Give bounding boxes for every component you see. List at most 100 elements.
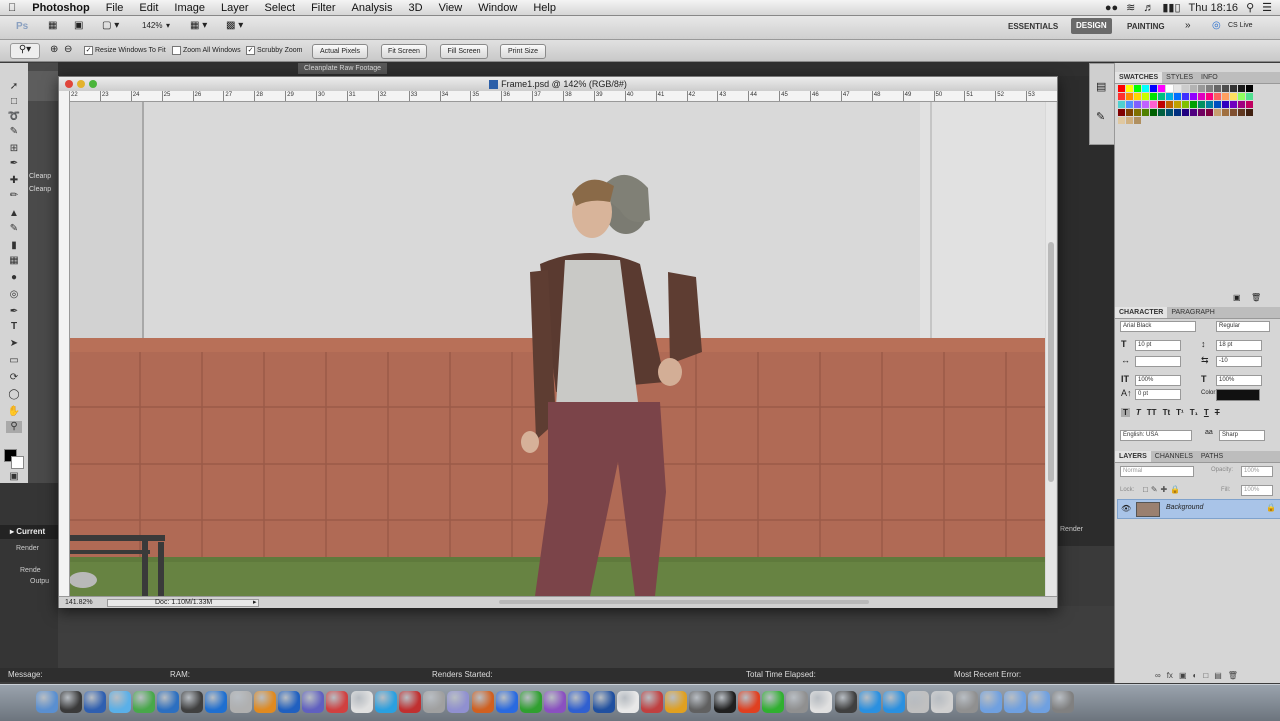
new-group-icon[interactable]: □ bbox=[1203, 671, 1208, 680]
resize-windows-checkbox[interactable]: ✓ Resize Windows To Fit bbox=[84, 46, 166, 55]
swatch[interactable] bbox=[1166, 109, 1173, 116]
swatch[interactable] bbox=[1206, 109, 1213, 116]
swatch[interactable] bbox=[1126, 101, 1133, 108]
dock-app-icon[interactable] bbox=[374, 691, 397, 713]
dock-app-icon[interactable] bbox=[326, 691, 349, 713]
layer-name[interactable]: Background bbox=[1166, 504, 1203, 511]
swatch[interactable] bbox=[1214, 85, 1221, 92]
dock-app-icon[interactable] bbox=[689, 691, 712, 713]
swatch[interactable] bbox=[1206, 85, 1213, 92]
swatch[interactable] bbox=[1230, 93, 1237, 100]
swatch[interactable] bbox=[1158, 101, 1165, 108]
dock-app-icon[interactable] bbox=[350, 691, 373, 713]
swatch[interactable] bbox=[1158, 93, 1165, 100]
ae-item-2[interactable]: Cleanp bbox=[29, 186, 51, 193]
marquee-tool-icon[interactable]: □ bbox=[6, 96, 22, 108]
zoom-tool-icon[interactable]: ⚲ bbox=[6, 421, 22, 433]
status-icon[interactable]: ●● bbox=[1105, 2, 1118, 14]
swatch[interactable] bbox=[1238, 109, 1245, 116]
dock-app-icon[interactable] bbox=[229, 691, 252, 713]
zoom-tool-preset-icon[interactable]: ⚲▾ bbox=[10, 43, 40, 59]
swatch[interactable] bbox=[1190, 85, 1197, 92]
swatch[interactable] bbox=[1222, 101, 1229, 108]
crop-tool-icon[interactable]: ⊞ bbox=[6, 143, 22, 155]
swatch[interactable] bbox=[1126, 109, 1133, 116]
blur-icon[interactable]: ● bbox=[6, 272, 22, 284]
list-icon[interactable]: ☰ bbox=[1262, 1, 1272, 14]
bridge-icon[interactable]: ▦ bbox=[48, 20, 57, 31]
ae-tree-output[interactable]: Outpu bbox=[30, 578, 49, 585]
dock-app-icon[interactable] bbox=[810, 691, 833, 713]
opacity-field[interactable]: 100% bbox=[1241, 466, 1273, 477]
swatch[interactable] bbox=[1246, 85, 1253, 92]
dock-app-icon[interactable] bbox=[883, 691, 905, 713]
dock-app-icon[interactable] bbox=[205, 691, 228, 713]
swatch[interactable] bbox=[1198, 93, 1205, 100]
swatch[interactable] bbox=[1190, 93, 1197, 100]
ae-item-1[interactable]: Cleanp bbox=[29, 173, 51, 180]
volume-icon[interactable]: ♬ bbox=[1143, 2, 1154, 14]
brushes-icon[interactable]: ✎ bbox=[1096, 110, 1105, 123]
dock-app-icon[interactable] bbox=[665, 691, 688, 713]
swatch[interactable] bbox=[1214, 93, 1221, 100]
zoom-dropdown-icon[interactable]: ▾ bbox=[166, 21, 170, 30]
dock-app-icon[interactable] bbox=[181, 691, 204, 713]
swatch[interactable] bbox=[1142, 93, 1149, 100]
swatch[interactable] bbox=[1174, 93, 1181, 100]
dock-app-icon[interactable] bbox=[84, 691, 107, 713]
dock-app-icon[interactable] bbox=[108, 691, 131, 713]
swatch[interactable] bbox=[1230, 101, 1237, 108]
swatch[interactable] bbox=[1134, 85, 1141, 92]
swatch[interactable] bbox=[1198, 109, 1205, 116]
swatch[interactable] bbox=[1166, 93, 1173, 100]
fill-screen-button[interactable]: Fill Screen bbox=[440, 44, 488, 59]
swatch[interactable] bbox=[1246, 109, 1253, 116]
close-button[interactable] bbox=[65, 80, 73, 88]
swatch[interactable] bbox=[1142, 109, 1149, 116]
dock-app-icon[interactable] bbox=[253, 691, 276, 713]
histogram-icon[interactable]: ▤ bbox=[1096, 80, 1106, 93]
swatch[interactable] bbox=[1238, 93, 1245, 100]
swatch[interactable] bbox=[1214, 101, 1221, 108]
actual-pixels-button[interactable]: Actual Pixels bbox=[312, 44, 368, 59]
underline-button[interactable]: T bbox=[1204, 408, 1209, 417]
tab-info[interactable]: INFO bbox=[1197, 72, 1222, 83]
vertical-ruler[interactable] bbox=[59, 91, 70, 596]
view-extras-icon[interactable]: ▢ ▾ bbox=[102, 20, 119, 31]
dock-app-icon[interactable] bbox=[1004, 691, 1026, 713]
dock-app-icon[interactable] bbox=[399, 691, 421, 713]
tab-paragraph[interactable]: PARAGRAPH bbox=[1167, 307, 1218, 318]
baseline-field[interactable]: 0 pt bbox=[1135, 389, 1181, 400]
font-size-field[interactable]: 10 pt bbox=[1135, 340, 1181, 351]
dock-app-icon[interactable] bbox=[907, 691, 930, 713]
swatch[interactable] bbox=[1182, 85, 1189, 92]
layer-visibility-eye-icon[interactable]: 👁 bbox=[1121, 504, 1131, 513]
dock-app-icon[interactable] bbox=[568, 691, 591, 713]
dock-app-icon[interactable] bbox=[520, 691, 542, 713]
pen-tool-icon[interactable]: ✒ bbox=[6, 306, 22, 318]
superscript-button[interactable]: T¹ bbox=[1176, 408, 1184, 417]
swatch[interactable] bbox=[1246, 93, 1253, 100]
swatch[interactable] bbox=[1142, 101, 1149, 108]
subscript-button[interactable]: T₁ bbox=[1190, 408, 1198, 417]
quick-select-icon[interactable]: ✎ bbox=[6, 126, 22, 138]
app-menu[interactable]: Photoshop bbox=[24, 2, 97, 14]
swatch[interactable] bbox=[1222, 109, 1229, 116]
swatch[interactable] bbox=[1190, 101, 1197, 108]
swatch[interactable] bbox=[1230, 85, 1237, 92]
text-color-swatch[interactable] bbox=[1216, 389, 1260, 401]
cs-live[interactable]: CS Live bbox=[1228, 22, 1253, 29]
strikethrough-button[interactable]: T bbox=[1215, 408, 1220, 417]
delete-swatch-icon[interactable]: 🗑 bbox=[1251, 293, 1261, 302]
dock-app-icon[interactable] bbox=[60, 691, 83, 713]
vertical-scrollbar[interactable] bbox=[1046, 102, 1056, 596]
dock-app-icon[interactable] bbox=[1052, 691, 1075, 713]
swatch[interactable] bbox=[1230, 109, 1237, 116]
menu-layer[interactable]: Layer bbox=[213, 2, 257, 14]
swatch[interactable] bbox=[1174, 109, 1181, 116]
dock-app-icon[interactable] bbox=[447, 691, 470, 713]
horizontal-scroll-thumb[interactable] bbox=[499, 600, 869, 604]
dock-app-icon[interactable] bbox=[762, 691, 784, 713]
swatch[interactable] bbox=[1238, 85, 1245, 92]
swatch[interactable] bbox=[1182, 101, 1189, 108]
